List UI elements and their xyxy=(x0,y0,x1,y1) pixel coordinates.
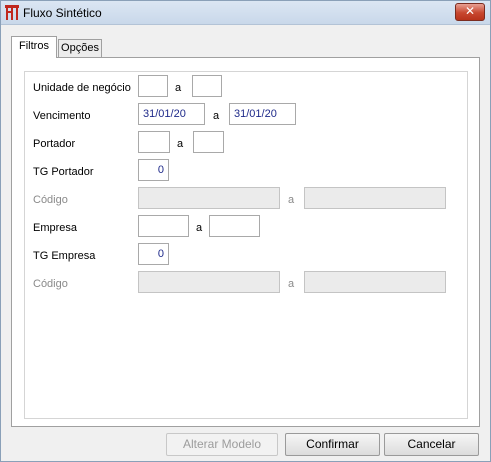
tg-empresa-input[interactable]: 0 xyxy=(138,243,169,265)
unidade-label: Unidade de negócio xyxy=(33,82,131,94)
alterar-modelo-button: Alterar Modelo xyxy=(166,433,278,456)
filtros-panel: Unidade de negócio a Vencimento 31/01/20… xyxy=(11,57,480,427)
confirmar-button[interactable]: Confirmar xyxy=(285,433,380,456)
codigo-empresa-label: Código xyxy=(33,278,68,290)
unidade-sep: a xyxy=(175,82,182,94)
empresa-sep: a xyxy=(196,222,203,234)
dialog-window: Fluxo Sintético ✕ Filtros Opções Unidade… xyxy=(0,0,491,462)
codigo-empresa-sep: a xyxy=(288,278,295,290)
tg-portador-input[interactable]: 0 xyxy=(138,159,169,181)
empresa-label: Empresa xyxy=(33,222,78,234)
app-icon xyxy=(5,5,19,20)
portador-from-input[interactable] xyxy=(138,131,170,153)
filters-group: Unidade de negócio a Vencimento 31/01/20… xyxy=(24,71,468,419)
codigo-portador-to-input xyxy=(304,187,446,209)
tg-empresa-label: TG Empresa xyxy=(33,250,96,262)
empresa-to-input[interactable] xyxy=(209,215,260,237)
codigo-portador-sep: a xyxy=(288,194,295,206)
portador-label: Portador xyxy=(33,138,76,150)
window-title: Fluxo Sintético xyxy=(23,6,102,20)
codigo-portador-from-input xyxy=(138,187,280,209)
close-button[interactable]: ✕ xyxy=(455,3,485,21)
portador-sep: a xyxy=(177,138,184,150)
cancelar-button[interactable]: Cancelar xyxy=(384,433,479,456)
empresa-from-input[interactable] xyxy=(138,215,189,237)
tab-filtros[interactable]: Filtros xyxy=(11,36,57,58)
tab-filtros-label: Filtros xyxy=(19,40,49,52)
unidade-to-input[interactable] xyxy=(192,75,222,97)
title-bar[interactable]: Fluxo Sintético ✕ xyxy=(1,1,490,25)
vencimento-to-input[interactable]: 31/01/20 xyxy=(229,103,296,125)
tab-opcoes-label: Opções xyxy=(61,42,99,54)
unidade-from-input[interactable] xyxy=(138,75,168,97)
codigo-empresa-to-input xyxy=(304,271,446,293)
codigo-empresa-from-input xyxy=(138,271,280,293)
tg-portador-label: TG Portador xyxy=(33,166,94,178)
close-icon: ✕ xyxy=(464,4,476,18)
portador-to-input[interactable] xyxy=(193,131,224,153)
vencimento-from-input[interactable]: 31/01/20 xyxy=(138,103,205,125)
vencimento-sep: a xyxy=(213,110,220,122)
codigo-portador-label: Código xyxy=(33,194,68,206)
vencimento-label: Vencimento xyxy=(33,110,91,122)
tab-opcoes[interactable]: Opções xyxy=(58,39,102,57)
